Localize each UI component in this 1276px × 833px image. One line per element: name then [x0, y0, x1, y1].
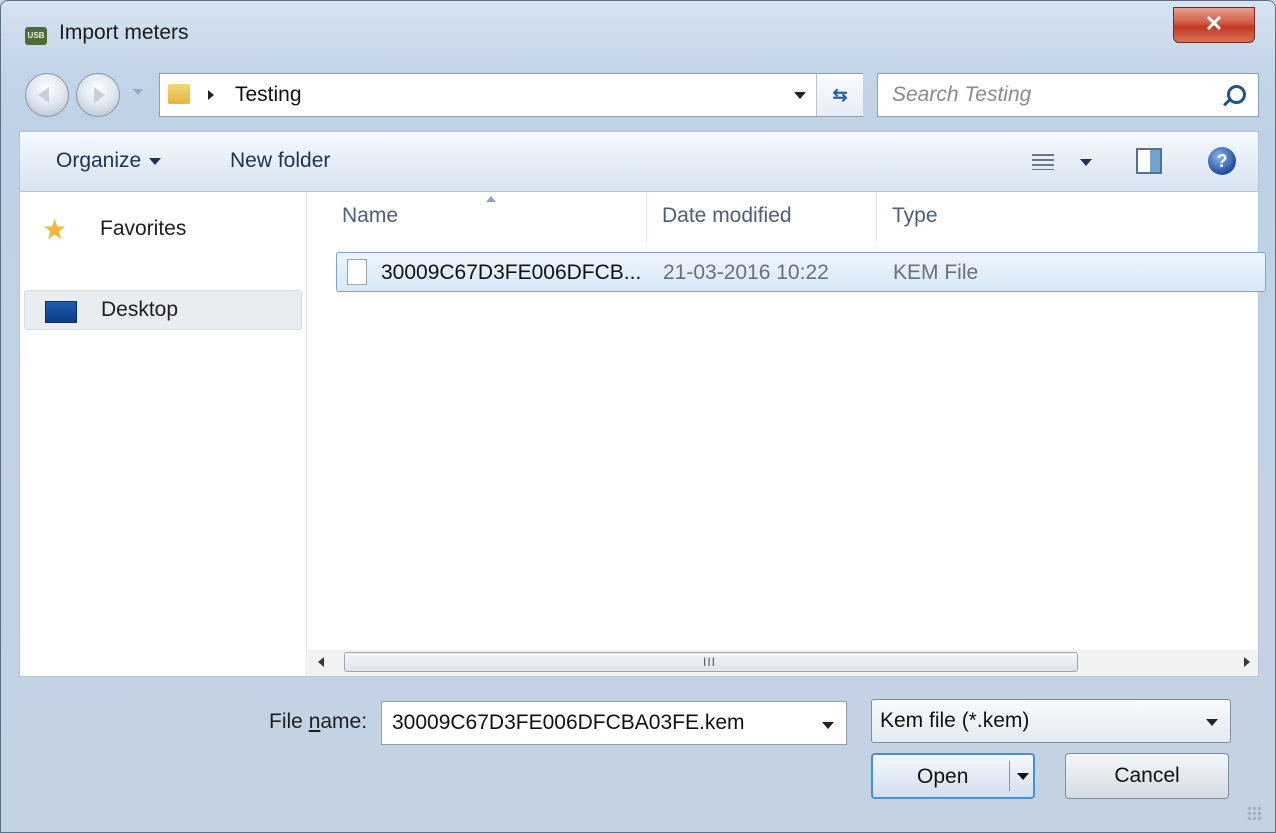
column-header-type[interactable]: Type	[892, 204, 938, 228]
browser-content: ★ Favorites Desktop Name Date modified T…	[19, 191, 1266, 677]
star-icon: ★	[42, 214, 68, 245]
command-toolbar: Organize New folder ?	[19, 131, 1259, 191]
address-bar[interactable]: Testing ⇆	[159, 73, 863, 117]
file-name-field[interactable]: 30009C67D3FE006DFCBA03FE.kem	[381, 701, 847, 745]
chevron-down-icon	[149, 157, 162, 165]
file-name-label-accelerator: n	[308, 710, 321, 733]
scroll-left-icon[interactable]	[318, 657, 324, 667]
scrollbar-grip: III	[703, 655, 717, 669]
column-divider[interactable]	[876, 192, 877, 242]
file-type: KEM File	[893, 261, 979, 284]
file-name-label-prefix: File	[269, 710, 309, 733]
column-header-name[interactable]: Name	[342, 204, 398, 228]
dialog-footer: File name: 30009C67D3FE006DFCBA03FE.kem …	[1, 677, 1275, 832]
views-icon[interactable]	[1032, 154, 1054, 170]
open-options-dropdown-icon[interactable]	[1017, 773, 1029, 780]
cancel-button[interactable]: Cancel	[1065, 753, 1229, 799]
folder-icon	[168, 84, 190, 104]
file-row-selected[interactable]: 30009C67D3FE006DFCB... 21-03-2016 10:22 …	[336, 252, 1266, 292]
back-button[interactable]	[25, 73, 69, 117]
close-button[interactable]: ✕	[1173, 7, 1255, 43]
search-box[interactable]: Search Testing	[877, 73, 1259, 117]
sidebar-item-favorites[interactable]: Favorites	[100, 217, 186, 241]
address-dropdown-icon[interactable]	[794, 92, 806, 99]
file-name-value[interactable]: 30009C67D3FE006DFCBA03FE.kem	[392, 711, 745, 735]
filter-dropdown-icon[interactable]	[1206, 719, 1218, 726]
file-type-filter[interactable]: Kem file (*.kem)	[871, 699, 1231, 743]
search-input[interactable]: Search Testing	[892, 83, 1031, 107]
dialog-title: Import meters	[59, 21, 189, 44]
file-name-label-suffix: ame:	[320, 710, 368, 733]
views-dropdown-icon[interactable]	[1080, 159, 1092, 166]
forward-button[interactable]	[76, 73, 120, 117]
breadcrumb-chevron-icon[interactable]	[208, 90, 214, 100]
open-button[interactable]: Open	[871, 753, 1035, 799]
file-icon	[347, 259, 367, 285]
navigation-pane: ★ Favorites Desktop	[20, 192, 307, 676]
column-header-date-modified[interactable]: Date modified	[662, 204, 792, 228]
open-button-label: Open	[917, 765, 969, 788]
horizontal-scrollbar[interactable]: III	[308, 650, 1258, 676]
title-bar: USB Import meters ✕	[1, 1, 1275, 61]
search-icon[interactable]	[1227, 85, 1246, 104]
column-divider[interactable]	[646, 192, 647, 242]
resize-grip-icon[interactable]	[1247, 806, 1261, 820]
organize-label: Organize	[56, 149, 142, 172]
usb-app-icon: USB	[25, 27, 47, 45]
desktop-icon	[45, 301, 77, 323]
file-date-modified: 21-03-2016 10:22	[663, 261, 829, 284]
file-list: Name Date modified Type 30009C67D3FE006D…	[308, 192, 1266, 676]
navigation-bar: Testing ⇆ Search Testing	[1, 63, 1275, 129]
file-name: 30009C67D3FE006DFCB...	[381, 261, 642, 284]
new-folder-button[interactable]: New folder	[230, 149, 330, 173]
file-name-label: File name:	[269, 710, 367, 734]
sidebar-item-desktop-label: Desktop	[101, 298, 179, 321]
scroll-right-icon[interactable]	[1244, 657, 1250, 667]
organize-button[interactable]: Organize	[56, 149, 162, 173]
sidebar-item-desktop[interactable]: Desktop	[24, 290, 302, 330]
breadcrumb-testing[interactable]: Testing	[235, 83, 302, 107]
file-name-dropdown-icon[interactable]	[822, 722, 834, 729]
open-button-divider	[1009, 761, 1010, 791]
recent-locations-dropdown[interactable]	[133, 89, 143, 95]
file-type-filter-value: Kem file (*.kem)	[880, 709, 1030, 732]
refresh-button[interactable]: ⇆	[816, 74, 863, 116]
help-icon[interactable]: ?	[1208, 147, 1236, 175]
preview-pane-icon[interactable]	[1136, 148, 1162, 174]
import-meters-dialog: USB Import meters ✕ Testing ⇆ Search Tes…	[0, 0, 1276, 833]
sort-ascending-icon	[486, 196, 496, 202]
scrollbar-thumb[interactable]: III	[344, 652, 1078, 672]
